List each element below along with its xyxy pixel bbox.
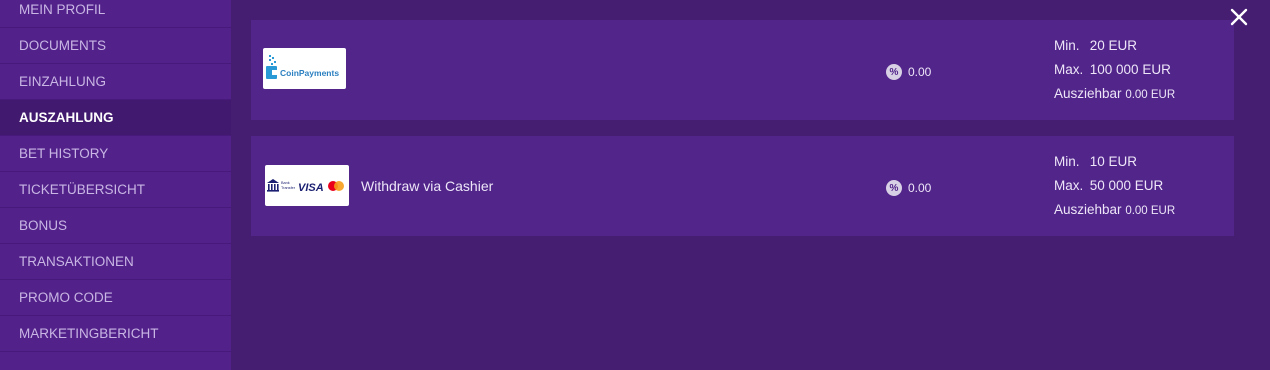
percent-icon: % bbox=[886, 64, 902, 80]
available-label: Ausziehbar bbox=[1054, 86, 1122, 101]
withdrawal-methods-panel: CoinPayments % 0.00 Min. 20 EUR Max. 100… bbox=[231, 0, 1270, 370]
fee-info: % 0.00 bbox=[886, 180, 931, 196]
limits-block: Min. 20 EUR Max. 100 000 EUR Ausziehbar … bbox=[1054, 37, 1175, 109]
min-value: 20 EUR bbox=[1089, 38, 1138, 53]
payment-method-cashier[interactable]: Bank Transfer VISA Withdraw via Cashier … bbox=[251, 136, 1234, 236]
max-label: Max. bbox=[1054, 62, 1084, 77]
percent-icon: % bbox=[886, 180, 902, 196]
available-value: 0.00 EUR bbox=[1125, 205, 1176, 217]
bank-visa-mastercard-logo: Bank Transfer VISA bbox=[265, 165, 349, 206]
max-label: Max. bbox=[1054, 178, 1084, 193]
close-icon[interactable] bbox=[1228, 6, 1250, 28]
svg-text:Bank: Bank bbox=[281, 181, 290, 185]
svg-text:Transfer: Transfer bbox=[281, 186, 296, 190]
payment-method-coinpayments[interactable]: CoinPayments % 0.00 Min. 20 EUR Max. 100… bbox=[251, 20, 1234, 120]
sidebar-item-marketingbericht[interactable]: MARKETINGBERICHT bbox=[0, 316, 231, 352]
sidebar-item-transaktionen[interactable]: TRANSAKTIONEN bbox=[0, 244, 231, 280]
sidebar-item-ticketuebersicht[interactable]: TICKETÜBERSICHT bbox=[0, 172, 231, 208]
sidebar-item-bonus[interactable]: BONUS bbox=[0, 208, 231, 244]
fee-info: % 0.00 bbox=[886, 64, 931, 80]
fee-value: 0.00 bbox=[908, 65, 932, 79]
min-label: Min. bbox=[1054, 38, 1080, 53]
min-value: 10 EUR bbox=[1089, 154, 1138, 169]
available-label: Ausziehbar bbox=[1054, 202, 1122, 217]
svg-text:VISA: VISA bbox=[298, 182, 324, 194]
max-value: 100 000 EUR bbox=[1089, 62, 1171, 77]
method-name: Withdraw via Cashier bbox=[361, 178, 494, 194]
fee-value: 0.00 bbox=[908, 181, 932, 195]
min-label: Min. bbox=[1054, 154, 1080, 169]
sidebar-item-auszahlung[interactable]: AUSZAHLUNG bbox=[0, 100, 231, 136]
limits-block: Min. 10 EUR Max. 50 000 EUR Ausziehbar 0… bbox=[1054, 153, 1175, 225]
svg-text:CoinPayments: CoinPayments bbox=[280, 68, 339, 78]
sidebar-item-bet-history[interactable]: BET HISTORY bbox=[0, 136, 231, 172]
coinpayments-logo: CoinPayments bbox=[263, 48, 346, 89]
sidebar-item-einzahlung[interactable]: EINZAHLUNG bbox=[0, 64, 231, 100]
bank-icon bbox=[267, 178, 279, 192]
sidebar-item-documents[interactable]: DOCUMENTS bbox=[0, 28, 231, 64]
sidebar-item-mein-profil[interactable]: MEIN PROFIL bbox=[0, 0, 231, 28]
max-value: 50 000 EUR bbox=[1089, 178, 1164, 193]
sidebar-item-promo-code[interactable]: PROMO CODE bbox=[0, 280, 231, 316]
account-sidebar: MEIN PROFIL DOCUMENTS EINZAHLUNG AUSZAHL… bbox=[0, 0, 231, 370]
available-value: 0.00 EUR bbox=[1125, 89, 1176, 101]
